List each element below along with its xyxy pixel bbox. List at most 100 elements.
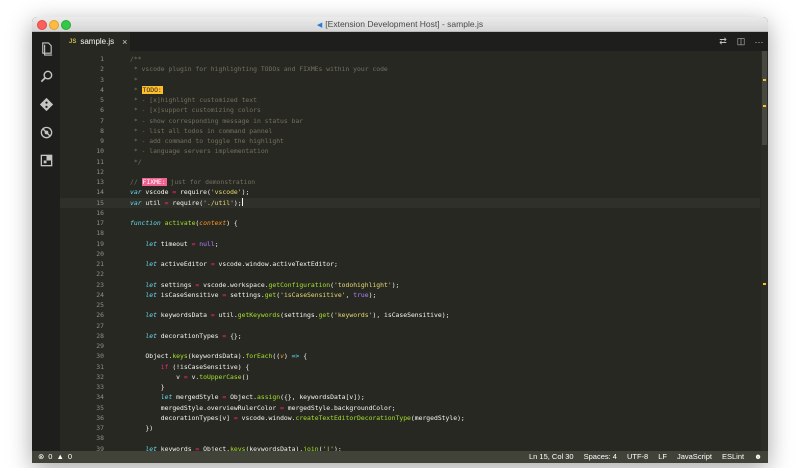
- line-number: 17: [96, 219, 104, 227]
- js-file-icon: JS: [69, 38, 77, 45]
- encoding[interactable]: UTF-8: [627, 451, 648, 463]
- code-token: let: [145, 331, 157, 340]
- code-token: ): [283, 352, 292, 361]
- code-line[interactable]: 19 let timeout = null;: [60, 239, 760, 249]
- code-line[interactable]: 24 let isCaseSensitive = settings.get('i…: [60, 290, 760, 300]
- source-control-icon[interactable]: [38, 96, 54, 112]
- code-token: ) {: [226, 219, 238, 227]
- code-line[interactable]: 36 decorationTypes[v] = vscode.window.cr…: [60, 413, 760, 423]
- line-number: 20: [96, 249, 104, 258]
- code-token: let: [145, 239, 157, 248]
- cursor-position[interactable]: Ln 15, Col 30: [529, 451, 574, 463]
- todo-ruler-mark: [763, 105, 766, 107]
- line-code: v = v.toUpperCase(): [130, 372, 249, 382]
- line-code: * - [x]support customizing colors: [130, 105, 261, 115]
- code-line[interactable]: 7 * - show corresponding message in stat…: [60, 116, 760, 126]
- scrollbar-thumb[interactable]: [762, 51, 767, 145]
- code-line[interactable]: 15 var util = require('./util');: [60, 197, 760, 208]
- code-line[interactable]: 29: [60, 341, 760, 351]
- code-line[interactable]: 8 * - list all todos in command pannel: [60, 126, 760, 136]
- code-line[interactable]: 21 let activeEditor = vscode.window.acti…: [60, 259, 760, 269]
- line-code: var util = require('./util');: [130, 197, 243, 208]
- code-line[interactable]: 25: [60, 300, 760, 310]
- code-line[interactable]: 31 if (!isCaseSensitive) {: [60, 362, 760, 372]
- code-line[interactable]: 34 let mergedStyle = Object.assign({}, k…: [60, 392, 760, 402]
- code-line[interactable]: 9 * - add command to toggle the highligh…: [60, 136, 760, 146]
- code-line[interactable]: 17 function activate(context) {: [60, 218, 760, 228]
- open-changes-icon[interactable]: ⇄: [714, 36, 732, 47]
- line-number: 39: [96, 444, 104, 452]
- line-code: * - add command to toggle the highlight: [130, 136, 284, 146]
- close-tab-button[interactable]: ×: [122, 37, 127, 47]
- code-token: Object.: [130, 352, 173, 361]
- extensions-icon[interactable]: [38, 152, 54, 168]
- search-icon[interactable]: [38, 68, 54, 84]
- code-token: let: [145, 280, 157, 289]
- code-line[interactable]: 23 let settings = vscode.workspace.getCo…: [60, 280, 760, 290]
- line-code: * - language servers implementation: [130, 146, 269, 156]
- code-line[interactable]: 37 }): [60, 423, 760, 433]
- code-token: v.: [187, 372, 200, 381]
- code-token: getKeywords: [237, 311, 281, 320]
- code-token: assign: [257, 393, 281, 402]
- language-mode[interactable]: JavaScript: [677, 451, 712, 463]
- code-line[interactable]: 32 v = v.toUpperCase(): [60, 372, 760, 382]
- problems-indicator[interactable]: ⊗ 0 ▲ 0: [38, 451, 72, 463]
- code-line[interactable]: 4 * TODO:: [60, 85, 760, 95]
- code-line[interactable]: 6 * - [x]support customizing colors: [60, 105, 760, 115]
- todo-highlight: TODO:: [141, 85, 163, 94]
- eslint-status[interactable]: ESLint: [722, 451, 744, 463]
- code-token: mergedStyle: [172, 393, 223, 402]
- code-line[interactable]: 14 var vscode = require('vscode');: [60, 187, 760, 197]
- code-token: );: [241, 188, 250, 197]
- code-line[interactable]: 38: [60, 433, 760, 443]
- feedback-icon[interactable]: ☻: [754, 451, 762, 463]
- code-token: *: [130, 85, 142, 94]
- code-token: isCaseSensitive: [156, 290, 223, 299]
- fixme-highlight: FIXME:: [141, 178, 167, 186]
- code-line[interactable]: 16: [60, 208, 760, 218]
- code-line[interactable]: 11 */: [60, 157, 760, 167]
- line-code: */: [130, 157, 142, 167]
- split-editor-icon[interactable]: ◫: [732, 36, 750, 47]
- line-code: if (!isCaseSensitive) {: [130, 362, 250, 372]
- code-token: (): [241, 372, 250, 381]
- code-token: {};: [226, 331, 242, 340]
- code-line[interactable]: 13 // FIXME: just for demonstration: [60, 177, 760, 187]
- code-line[interactable]: 20: [60, 249, 760, 259]
- more-actions-icon[interactable]: ···: [750, 37, 768, 47]
- code-line[interactable]: 39 let keywords = Object.keys(keywordsDa…: [60, 444, 760, 452]
- explorer-icon[interactable]: [38, 40, 54, 56]
- code-line[interactable]: 12: [60, 167, 760, 177]
- code-line[interactable]: 28 let decorationTypes = {};: [60, 331, 760, 341]
- indentation[interactable]: Spaces: 4: [584, 451, 617, 463]
- code-line[interactable]: 5 * - [x]highlight customized text: [60, 95, 760, 105]
- code-token: 'keywords': [333, 311, 373, 320]
- line-number: 2: [100, 65, 104, 74]
- code-line[interactable]: 1 /**: [60, 54, 760, 64]
- tab-sample-js[interactable]: JS sample.js ×: [60, 32, 130, 51]
- code-line[interactable]: 27: [60, 321, 760, 331]
- code-line[interactable]: 33 }: [60, 382, 760, 392]
- code-token: let: [145, 311, 157, 320]
- code-line[interactable]: 30 Object.keys(keywordsData).forEach((v)…: [60, 351, 760, 361]
- code-editor[interactable]: 1/** 2 * vscode plugin for highlighting T…: [60, 51, 768, 451]
- line-number: 24: [96, 290, 104, 299]
- line-number: 7: [100, 116, 104, 125]
- code-line[interactable]: 22: [60, 269, 760, 279]
- end-of-line[interactable]: LF: [658, 451, 667, 463]
- vertical-scrollbar[interactable]: [761, 51, 768, 451]
- code-token: mergedStyle.overviewRulerColor: [130, 403, 281, 412]
- code-line[interactable]: 18: [60, 228, 760, 238]
- code-token: * - list all todos in command pannel: [130, 126, 273, 135]
- code-line[interactable]: 2 * vscode plugin for highlighting TODOs…: [60, 64, 760, 74]
- code-line[interactable]: 10 * - language servers implementation: [60, 146, 760, 156]
- line-number: 9: [100, 137, 104, 145]
- code-token: * - add command to toggle the highlight: [130, 137, 284, 145]
- code-line[interactable]: 35 mergedStyle.overviewRulerColor = merg…: [60, 403, 760, 413]
- code-line[interactable]: 26 let keywordsData = util.getKeywords(s…: [60, 310, 760, 320]
- code-line[interactable]: 3 *: [60, 75, 760, 85]
- debug-icon[interactable]: [38, 124, 54, 140]
- line-number: 26: [96, 311, 104, 320]
